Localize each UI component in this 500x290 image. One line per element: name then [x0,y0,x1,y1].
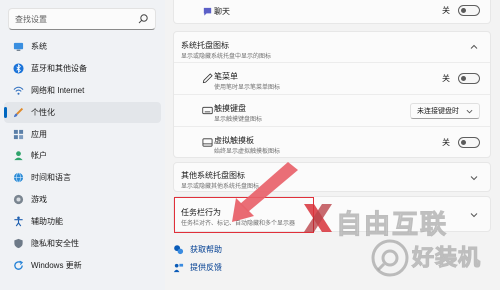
watermark-circle-logo [371,239,409,277]
watermark-x-logo [304,204,332,232]
watermark-text-top: 自由互联 [335,210,449,241]
watermark: 自由互联 好装机 [300,200,500,290]
watermark-text-bottom: 好装机 [411,246,482,272]
